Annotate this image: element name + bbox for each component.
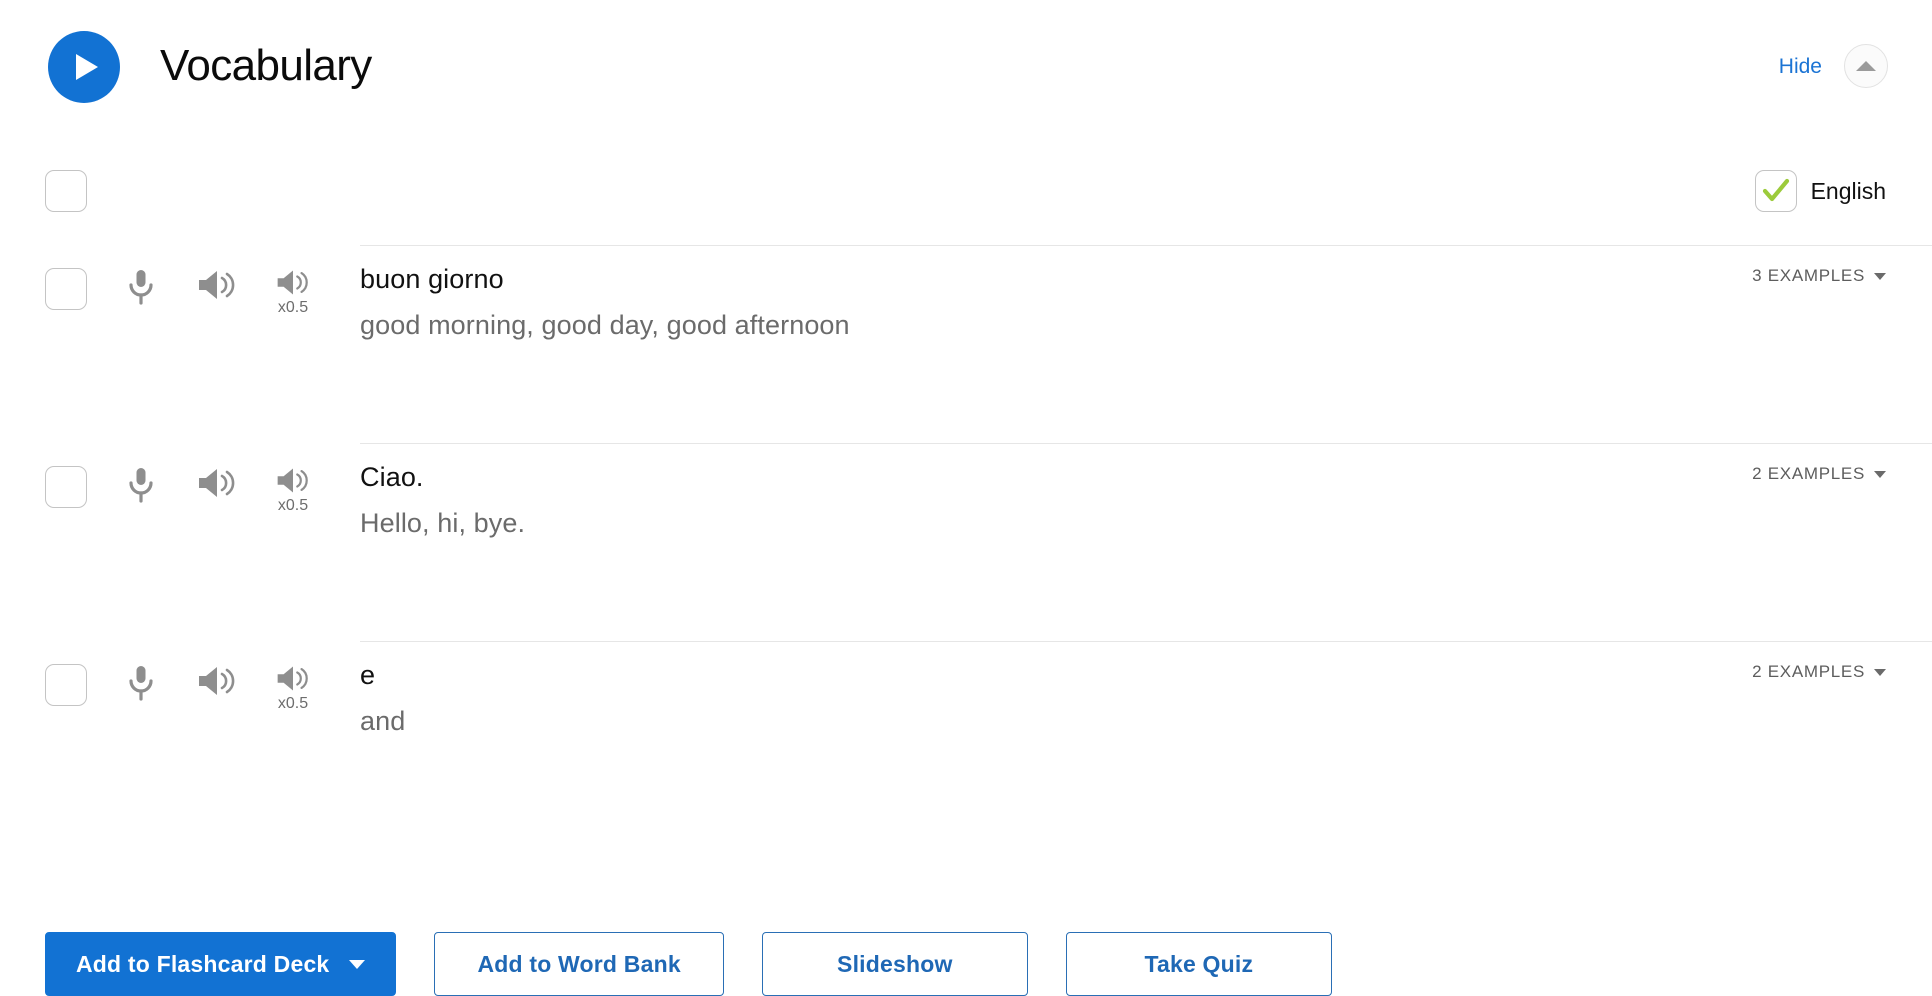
play-icon[interactable] [48,31,120,103]
hide-link[interactable]: Hide [1779,56,1822,77]
chevron-down-icon [1874,668,1886,676]
speaker-icon[interactable] [195,268,239,316]
row-content: x0.5 buon giorno good morning, good day,… [0,246,1932,444]
header-controls: Hide [1779,44,1888,88]
playback-speed-label: x0.5 [277,497,309,514]
action-bar: Add to Flashcard Deck Add to Word Bank S… [45,932,1332,996]
speaker-icon[interactable] [195,466,239,514]
microphone-icon[interactable] [119,664,163,712]
chevron-up-icon [1856,61,1876,71]
term-text: buon giorno [360,264,504,294]
microphone-icon[interactable] [119,466,163,514]
term-block: Ciao. Hello, hi, bye. [360,458,525,543]
definition-text: good morning, good day, good afternoon [360,310,850,341]
term-text: e [360,660,376,690]
speaker-slow-icon[interactable]: x0.5 [271,664,315,712]
select-all-checkbox[interactable] [45,170,87,212]
row-content: x0.5 e and 2 EXAMPLES [0,642,1932,840]
selection-toolbar: English [0,170,1932,230]
panel-header: Vocabulary Hide [0,0,1932,136]
examples-toggle[interactable]: 3 EXAMPLES [1752,266,1886,286]
microphone-icon[interactable] [119,268,163,316]
examples-label: 2 EXAMPLES [1752,662,1865,681]
row-controls: x0.5 [45,466,315,514]
examples-toggle[interactable]: 2 EXAMPLES [1752,662,1886,682]
add-to-flashcard-deck-label: Add to Flashcard Deck [76,950,330,977]
slideshow-button[interactable]: Slideshow [761,932,1028,996]
page-title: Vocabulary [160,41,372,90]
chevron-down-icon [1874,470,1886,478]
examples-label: 2 EXAMPLES [1752,464,1865,483]
table-row: x0.5 e and 2 EXAMPLES [45,641,1932,839]
vocabulary-list: x0.5 buon giorno good morning, good day,… [0,245,1932,839]
add-to-flashcard-deck-button[interactable]: Add to Flashcard Deck [45,932,397,996]
term-block: buon giorno good morning, good day, good… [360,260,850,345]
row-checkbox[interactable] [45,268,87,310]
take-quiz-button[interactable]: Take Quiz [1065,932,1332,996]
vocabulary-panel: Vocabulary Hide English x0.5 buon giorno… [0,0,1932,996]
playback-speed-label: x0.5 [277,299,309,316]
term-block: e and [360,656,405,741]
table-row: x0.5 Ciao. Hello, hi, bye. 2 EXAMPLES [45,443,1932,641]
chevron-down-icon [1874,272,1886,280]
playback-speed-label: x0.5 [277,695,309,712]
row-controls: x0.5 [45,664,315,712]
term-text: Ciao. [360,462,424,492]
language-label: English [1810,177,1886,204]
add-to-word-bank-button[interactable]: Add to Word Bank [434,932,724,996]
examples-label: 3 EXAMPLES [1752,266,1865,285]
speaker-slow-icon[interactable]: x0.5 [271,466,315,514]
table-row: x0.5 buon giorno good morning, good day,… [45,245,1932,443]
speaker-slow-icon[interactable]: x0.5 [271,268,315,316]
definition-text: Hello, hi, bye. [360,508,526,539]
row-checkbox[interactable] [45,466,87,508]
play-triangle-glyph [76,54,98,80]
row-content: x0.5 Ciao. Hello, hi, bye. 2 EXAMPLES [0,444,1932,642]
language-toggle[interactable]: English [1754,170,1886,212]
check-icon [1762,178,1789,202]
examples-toggle[interactable]: 2 EXAMPLES [1752,464,1886,484]
row-checkbox[interactable] [45,664,87,706]
chevron-down-icon [349,959,366,969]
collapse-button[interactable] [1844,44,1888,88]
definition-text: and [360,706,406,737]
english-checkbox[interactable] [1754,170,1797,212]
row-controls: x0.5 [45,268,315,316]
speaker-icon[interactable] [195,664,239,712]
